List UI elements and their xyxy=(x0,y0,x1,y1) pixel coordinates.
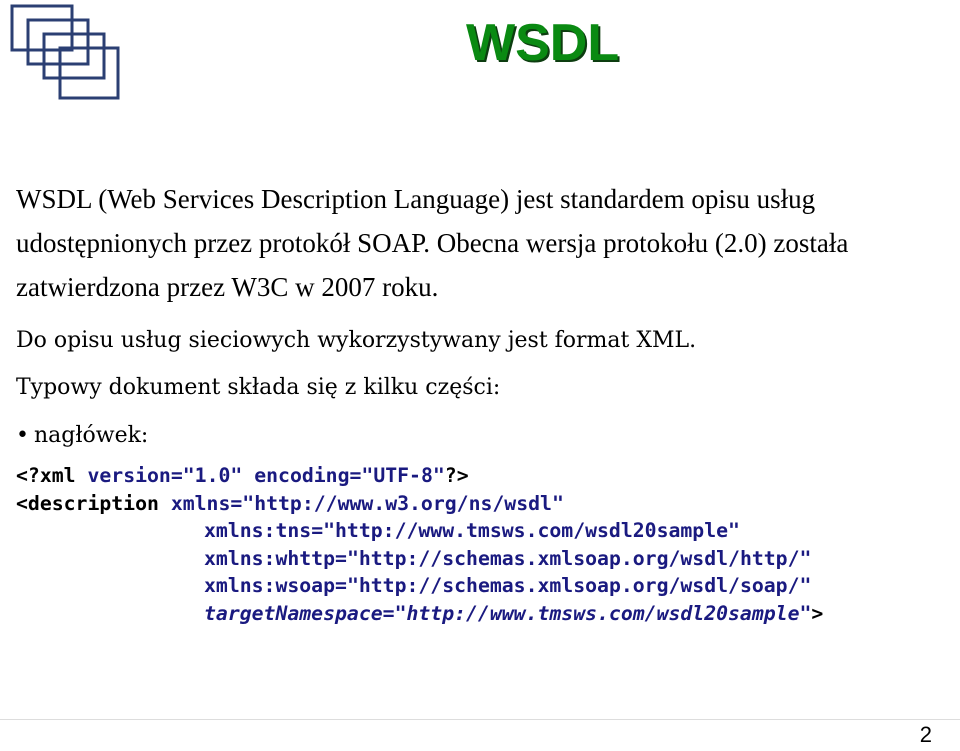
code-token: ?> xyxy=(444,464,469,487)
code-token: xmlns:wsoap xyxy=(204,574,336,597)
code-token: encoding xyxy=(242,464,350,487)
code-line-2: <description xmlns="http://www.w3.org/ns… xyxy=(16,490,564,517)
footer-divider xyxy=(0,719,960,720)
bullet-label: nagłówek: xyxy=(34,423,149,448)
intro-paragraph: WSDL (Web Services Description Language)… xyxy=(16,184,849,302)
code-token: "http://www.tmsws.com/wsdl20sample" xyxy=(323,519,740,542)
slide-title: WSDL xyxy=(466,14,620,72)
code-token: "http://schemas.xmlsoap.org/wsdl/soap/" xyxy=(346,574,812,597)
bullet-dot-icon: • xyxy=(16,423,29,448)
xml-format-line: Do opisu usług sieciowych wykorzystywany… xyxy=(16,328,697,353)
code-token: <?xml xyxy=(16,464,88,487)
code-token: version xyxy=(87,464,171,487)
code-token: xmlns xyxy=(170,492,231,515)
code-token: "UTF-8" xyxy=(361,464,445,487)
code-token: = xyxy=(230,492,243,515)
code-token: = xyxy=(349,464,362,487)
code-line-3: xmlns:tns="http://www.tmsws.com/wsdl20sa… xyxy=(204,517,740,544)
bullet-item-header: • nagłówek: xyxy=(16,421,148,451)
overlapping-squares-logo xyxy=(10,4,120,100)
code-line-1: <?xml version="1.0" encoding="UTF-8"?> xyxy=(16,462,469,489)
document-parts-line: Typowy dokument składa się z kilku częśc… xyxy=(16,375,501,400)
code-token: <description xyxy=(16,492,171,515)
code-token: "1.0" xyxy=(182,464,243,487)
code-token: xmlns:whttp xyxy=(204,547,336,570)
code-line-4: xmlns:whttp="http://schemas.xmlsoap.org/… xyxy=(204,545,811,572)
code-token: = xyxy=(335,574,347,597)
code-token: = xyxy=(382,602,395,625)
code-token: = xyxy=(170,464,183,487)
code-token: "http://schemas.xmlsoap.org/wsdl/http/" xyxy=(346,547,812,570)
code-token: "http://www.tmsws.com/wsdl20sample" xyxy=(394,602,812,625)
code-token: = xyxy=(335,547,347,570)
code-token: xmlns:tns xyxy=(204,519,312,542)
code-token: > xyxy=(811,602,824,625)
code-token: targetNamespace xyxy=(204,602,383,625)
page-number: 2 xyxy=(919,722,932,747)
code-token: = xyxy=(311,519,324,542)
code-line-5: xmlns:wsoap="http://schemas.xmlsoap.org/… xyxy=(204,572,811,599)
code-token: "http://www.w3.org/ns/wsdl" xyxy=(242,492,564,515)
code-line-6: targetNamespace="http://www.tmsws.com/ws… xyxy=(204,600,823,627)
